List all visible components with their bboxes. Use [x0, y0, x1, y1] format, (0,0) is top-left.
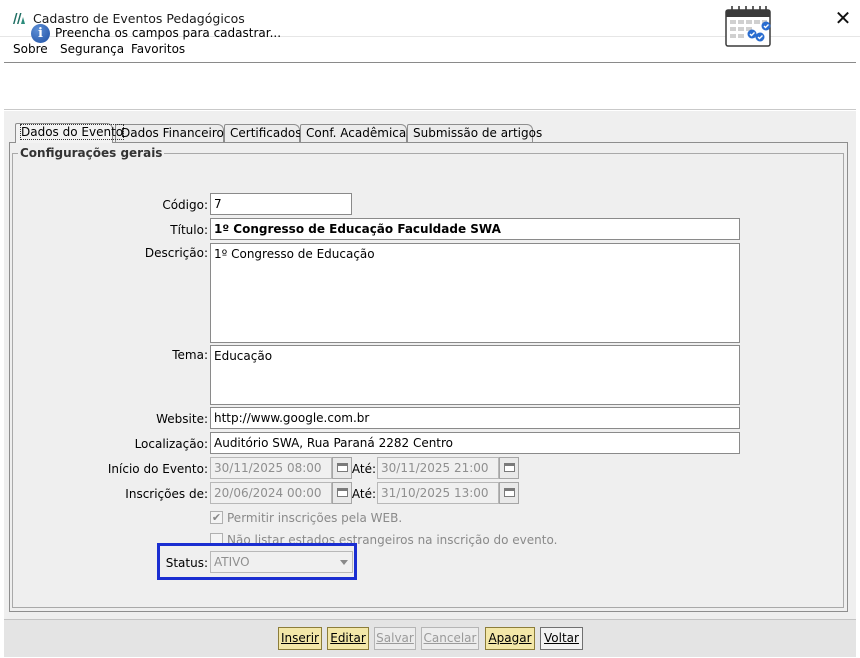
tab-dados-financeiros[interactable]: Dados Financeiros	[115, 124, 230, 143]
codigo-label: Código:	[162, 198, 208, 212]
permitir-web-label: Permitir inscrições pela WEB.	[227, 511, 403, 525]
menu-sobre[interactable]: Sobre	[13, 42, 48, 56]
titulo-field[interactable]: 1º Congresso de Educação Faculdade SWA	[210, 218, 740, 240]
inscricoes-ate-label: Até:	[351, 487, 376, 501]
inscricoes-label: Inscrições de:	[125, 487, 208, 501]
tab-certificados[interactable]: Certificados	[224, 124, 301, 143]
cancelar-button[interactable]: Cancelar	[421, 627, 479, 650]
calendar-icon	[337, 463, 348, 472]
descricao-textarea[interactable]: 1º Congresso de Educação	[210, 243, 740, 343]
inscricoes-ate-field[interactable]: 31/10/2025 13:00	[377, 482, 499, 504]
inscricoes-calendar-button[interactable]	[332, 482, 352, 504]
inicio-ate-label: Até:	[351, 462, 376, 476]
editar-button[interactable]: Editar	[327, 627, 369, 650]
voltar-button[interactable]: Voltar	[540, 627, 583, 650]
inscricoes-ate-calendar-button[interactable]	[499, 482, 519, 504]
info-icon: i	[31, 24, 50, 43]
calendar-icon	[725, 6, 771, 47]
localizacao-field[interactable]: Auditório SWA, Rua Paraná 2282 Centro	[210, 432, 740, 454]
close-button[interactable]: ✕	[826, 4, 860, 32]
tema-label: Tema:	[172, 348, 208, 362]
calendar-icon	[504, 488, 515, 497]
inicio-ate-calendar-button[interactable]	[499, 457, 519, 479]
menu-favoritos[interactable]: Favoritos	[131, 42, 185, 56]
calendar-icon	[337, 488, 348, 497]
salvar-button[interactable]: Salvar	[374, 627, 416, 650]
info-message: Preencha os campos para cadastrar...	[55, 26, 282, 40]
inicio-evento-label: Início do Evento:	[107, 462, 208, 476]
permitir-web-checkbox[interactable]: ✔	[210, 511, 223, 524]
status-value: ATIVO	[214, 555, 250, 569]
website-label: Website:	[156, 412, 208, 426]
info-banner	[4, 62, 856, 110]
status-select[interactable]: ATIVO	[210, 551, 353, 573]
inserir-button[interactable]: Inserir	[278, 627, 322, 650]
titulo-label: Título:	[170, 223, 208, 237]
tema-textarea[interactable]: Educação	[210, 345, 740, 405]
descricao-label: Descrição:	[144, 246, 208, 260]
localizacao-label: Localização:	[134, 437, 208, 451]
apagar-button[interactable]: Apagar	[485, 627, 535, 650]
website-field[interactable]: http://www.google.com.br	[210, 407, 740, 429]
group-title: Configurações gerais	[18, 146, 165, 160]
inscricoes-field[interactable]: 20/06/2024 00:00	[210, 482, 332, 504]
calendar-icon	[504, 463, 515, 472]
inicio-evento-calendar-button[interactable]	[332, 457, 352, 479]
tab-conf-academicas[interactable]: Conf. Acadêmicas	[300, 124, 412, 143]
window-title: Cadastro de Eventos Pedagógicos	[33, 11, 245, 26]
tab-submissao-de-artigos[interactable]: Submissão de artigos	[407, 124, 542, 143]
menu-seguranca[interactable]: Segurança	[60, 42, 124, 56]
inicio-ate-field[interactable]: 30/11/2025 21:00	[377, 457, 499, 479]
codigo-field[interactable]: 7	[210, 193, 352, 215]
tab-dados-do-evento[interactable]: Dados do Evento	[15, 123, 125, 143]
inicio-evento-field[interactable]: 30/11/2025 08:00	[210, 457, 332, 479]
app-logo-icon	[13, 13, 25, 24]
status-label: Status:	[165, 556, 208, 570]
chevron-down-icon	[340, 560, 348, 565]
